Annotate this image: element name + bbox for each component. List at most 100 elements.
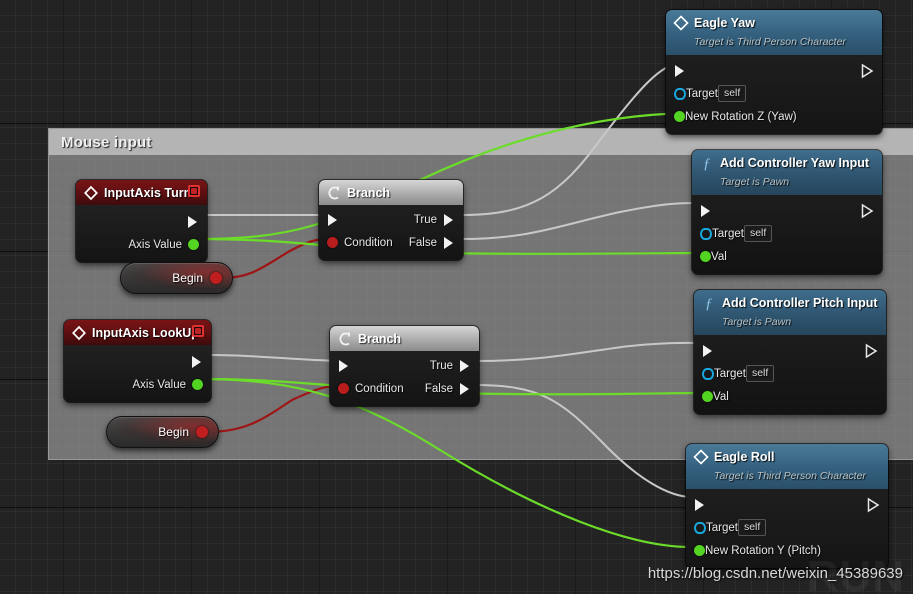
pin-row-new-rotation-z: New Rotation Z (Yaw) [666, 105, 882, 128]
true-exec-out-pin[interactable] [443, 213, 455, 227]
node-title: Branch [347, 186, 391, 200]
false-exec-out-pin[interactable] [443, 236, 455, 250]
node-title: Add Controller Yaw Input [720, 156, 870, 170]
function-icon: ƒ [701, 295, 717, 312]
axis-value-pin[interactable] [188, 239, 199, 250]
pin-row-exec [76, 210, 207, 233]
pin-row-exec [64, 350, 211, 373]
node-eagle-roll[interactable]: Eagle Roll Target is Third Person Charac… [686, 444, 888, 568]
pin-label-new-rotation-y: New Rotation Y (Pitch) [705, 544, 821, 557]
node-body: Target self Val [692, 195, 882, 274]
new-rotation-y-pin[interactable] [694, 545, 705, 556]
pin-row-exec [692, 199, 882, 222]
pin-label-target: Target [706, 521, 738, 534]
function-icon: ƒ [699, 155, 715, 172]
node-inputaxis-lookup[interactable]: InputAxis LookUp Axis Value [64, 320, 211, 402]
begin-label: Begin [172, 271, 203, 285]
pin-label-true: True [413, 213, 437, 226]
pin-label-condition: Condition [355, 382, 404, 395]
condition-pin[interactable] [338, 383, 349, 394]
node-begin-top[interactable]: Begin [120, 262, 233, 294]
pin-row-exec [694, 339, 886, 362]
node-add-controller-pitch-input[interactable]: ƒ Add Controller Pitch Input Target is P… [694, 290, 886, 414]
exec-in-pin[interactable] [338, 359, 350, 373]
pin-label-false: False [408, 236, 437, 249]
exec-out-pin[interactable] [861, 203, 874, 218]
false-exec-out-pin[interactable] [459, 382, 471, 396]
node-subtitle: Target is Pawn [722, 316, 792, 328]
node-header[interactable]: InputAxis LookUp [64, 320, 211, 345]
watermark-url: https://blog.csdn.net/weixin_45389639 [647, 565, 903, 582]
svg-text:ƒ: ƒ [705, 296, 713, 311]
target-object-pin[interactable] [694, 521, 706, 534]
pin-label-true: True [429, 359, 453, 372]
node-header[interactable]: Eagle Yaw Target is Third Person Charact… [666, 10, 882, 55]
node-title: Eagle Roll [714, 450, 775, 464]
condition-pin[interactable] [327, 237, 338, 248]
pin-label-false: False [424, 382, 453, 395]
pin-label-val: Val [711, 250, 727, 263]
node-add-controller-yaw-input[interactable]: ƒ Add Controller Yaw Input Target is Paw… [692, 150, 882, 274]
exec-out-pin[interactable] [187, 215, 199, 229]
node-header[interactable]: Eagle Roll Target is Third Person Charac… [686, 444, 888, 489]
pin-label-new-rotation-z: New Rotation Z (Yaw) [685, 110, 797, 123]
pin-row-val: Val [692, 245, 882, 268]
pin-row-val: Val [694, 385, 886, 408]
pin-label-condition: Condition [344, 236, 393, 249]
node-header[interactable]: ƒ Add Controller Yaw Input Target is Paw… [692, 150, 882, 195]
pin-label-target: Target [714, 367, 746, 380]
exec-out-pin[interactable] [861, 63, 874, 78]
new-rotation-z-pin[interactable] [674, 111, 685, 122]
node-header[interactable]: ƒ Add Controller Pitch Input Target is P… [694, 290, 886, 335]
exec-in-pin[interactable] [702, 344, 714, 358]
diamond-icon [71, 325, 87, 341]
node-body: Target self Val [694, 335, 886, 414]
begin-label: Begin [158, 425, 189, 439]
pin-label-target: Target [686, 87, 718, 100]
target-self-value[interactable]: self [745, 365, 775, 382]
node-branch-bottom[interactable]: Branch True Condition False [330, 326, 479, 406]
pin-row-exec-true: True [330, 354, 479, 377]
axis-value-pin[interactable] [192, 379, 203, 390]
blueprint-graph-canvas[interactable]: Mouse input Eagle Yaw Target is Third Pe… [0, 0, 913, 594]
target-self-value[interactable]: self [743, 225, 773, 242]
exec-in-pin[interactable] [327, 213, 339, 227]
branch-icon [326, 185, 342, 201]
node-inputaxis-turn[interactable]: InputAxis Turn Axis Value [76, 180, 207, 262]
diamond-icon [83, 185, 99, 201]
node-begin-bottom[interactable]: Begin [106, 416, 219, 448]
exec-out-pin[interactable] [865, 343, 878, 358]
node-header[interactable]: Branch [319, 180, 463, 205]
diamond-icon [693, 449, 709, 465]
target-object-pin[interactable] [700, 227, 712, 240]
node-subtitle: Target is Third Person Character [694, 36, 846, 48]
node-header[interactable]: Branch [330, 326, 479, 351]
node-eagle-yaw[interactable]: Eagle Yaw Target is Third Person Charact… [666, 10, 882, 134]
exec-in-pin[interactable] [700, 204, 712, 218]
node-title: InputAxis LookUp [92, 326, 199, 340]
val-pin[interactable] [700, 251, 711, 262]
val-pin[interactable] [702, 391, 713, 402]
node-title: InputAxis Turn [104, 186, 192, 200]
pin-label-axis-value: Axis Value [132, 378, 186, 391]
pin-label-target: Target [712, 227, 744, 240]
target-self-value[interactable]: self [717, 85, 747, 102]
target-self-value[interactable]: self [737, 519, 767, 536]
begin-output-pin[interactable] [196, 426, 208, 438]
pin-row-target: Target self [694, 362, 886, 385]
exec-out-pin[interactable] [191, 355, 203, 369]
target-object-pin[interactable] [702, 367, 714, 380]
exec-in-pin[interactable] [694, 498, 706, 512]
target-object-pin[interactable] [674, 87, 686, 100]
node-branch-top[interactable]: Branch True Condition False [319, 180, 463, 260]
node-body: Axis Value [76, 205, 207, 262]
breakpoint-icon[interactable] [192, 325, 204, 337]
exec-in-pin[interactable] [674, 64, 686, 78]
node-header[interactable]: InputAxis Turn [76, 180, 207, 205]
true-exec-out-pin[interactable] [459, 359, 471, 373]
node-title: Eagle Yaw [694, 16, 755, 30]
exec-out-pin[interactable] [867, 497, 880, 512]
node-subtitle: Target is Third Person Character [714, 470, 866, 482]
breakpoint-icon[interactable] [188, 185, 200, 197]
begin-output-pin[interactable] [210, 272, 222, 284]
